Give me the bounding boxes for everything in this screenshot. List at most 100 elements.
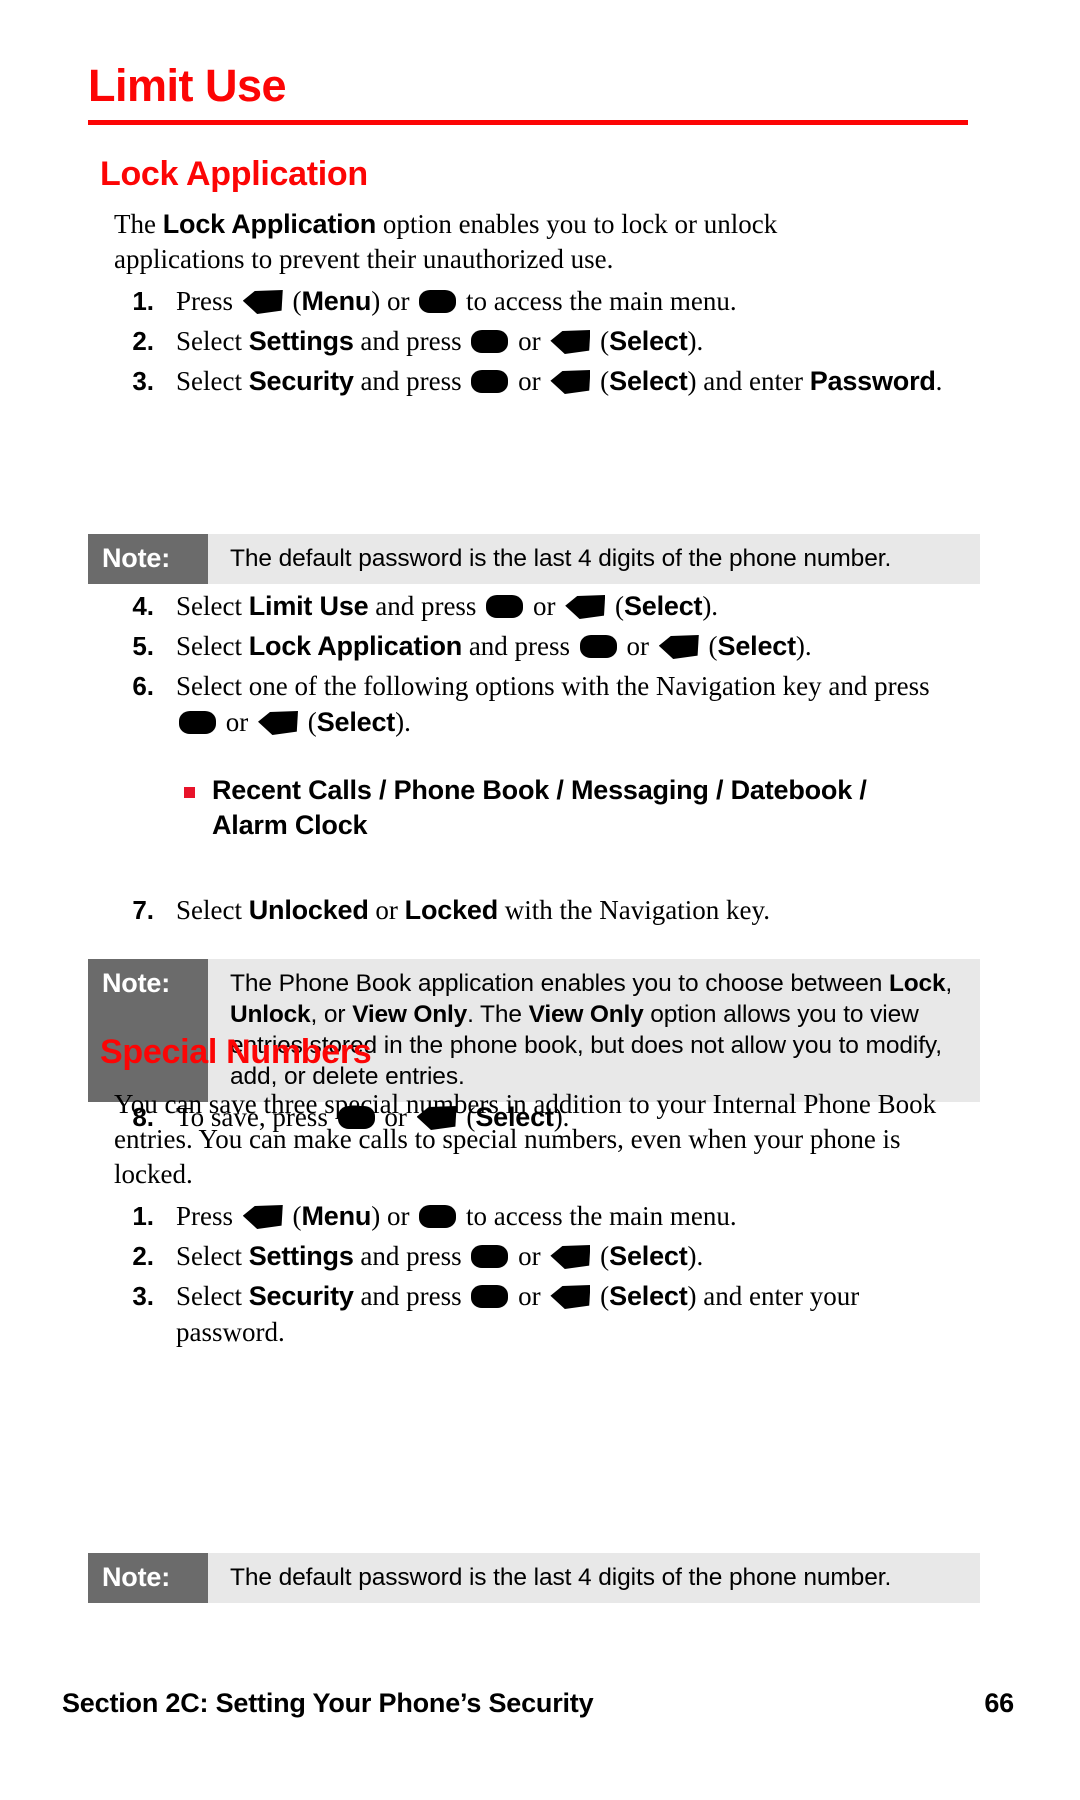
step-text: ).: [687, 1241, 704, 1271]
heading-lock-application: Lock Application: [100, 155, 368, 193]
value-unlocked: Unlocked: [248, 895, 369, 925]
step-text: or: [532, 591, 556, 621]
manual-page: Limit Use Lock Application The Lock Appl…: [0, 0, 1080, 1800]
step-number: 4.: [132, 591, 154, 621]
step-text: .: [935, 366, 943, 396]
note-box-default-password-2: Note: The default password is the last 4…: [88, 1553, 980, 1603]
step-text: and press: [375, 591, 477, 621]
lock-application-step-7: 7. Select Unlocked or Locked with the Na…: [114, 892, 954, 932]
note-label: Note:: [88, 534, 208, 584]
heading-special-numbers: Special Numbers: [100, 1033, 372, 1071]
step-text: Press: [176, 286, 234, 316]
intro-text-a: The: [114, 209, 163, 239]
step-item: 7. Select Unlocked or Locked with the Na…: [114, 892, 954, 928]
step-text: (: [600, 1241, 610, 1271]
step-text: ) and enter: [687, 366, 803, 396]
key-label-select: Select: [623, 591, 703, 621]
key-label-select: Select: [609, 1241, 688, 1271]
step-item: 3. Select Security and press or (Select)…: [114, 363, 944, 399]
note-term-unlock: Unlock: [230, 1001, 311, 1028]
page-footer: Section 2C: Setting Your Phone’s Securit…: [62, 1688, 1014, 1719]
special-numbers-intro: You can save three special numbers in ad…: [114, 1089, 937, 1189]
special-numbers-steps: 1. Press (Menu) or to access the main me…: [114, 1198, 974, 1354]
softkey-icon: [550, 330, 591, 354]
step-text: or: [518, 1281, 541, 1311]
step-text: (: [708, 631, 718, 661]
key-label-menu: Menu: [301, 286, 372, 316]
key-label-select: Select: [717, 631, 797, 661]
note-box-phone-book: Note: The Phone Book application enables…: [88, 959, 980, 1102]
menu-term-settings: Settings: [248, 1241, 354, 1271]
note-term-lock: Lock: [889, 970, 946, 997]
softkey-icon: [258, 711, 298, 735]
step-text: (: [600, 326, 610, 356]
ok-key-icon: [471, 1245, 509, 1268]
step-number: 3.: [132, 366, 154, 396]
step-text: or: [375, 895, 398, 925]
note-text-p1: The Phone Book application enables you t…: [230, 970, 889, 997]
ok-key-icon: [579, 635, 617, 658]
ok-key-icon: [179, 711, 216, 734]
ok-key-icon: [471, 1285, 509, 1308]
menu-term-password: Password: [809, 366, 936, 396]
step-text: or: [518, 1241, 541, 1271]
step-text: Select: [176, 366, 242, 396]
note-term-view-only-2: View Only: [528, 1001, 644, 1028]
step-text: (: [307, 707, 317, 737]
step-text: and press: [360, 366, 462, 396]
ok-key-icon: [419, 290, 457, 313]
step-text: or: [626, 631, 650, 661]
step-item: 4. Select Limit Use and press or (Select…: [114, 588, 954, 624]
step-text: Select: [176, 1241, 242, 1271]
note-box-default-password: Note: The default password is the last 4…: [88, 534, 980, 584]
softkey-icon: [550, 1245, 591, 1269]
step-item: 1. Press (Menu) or to access the main me…: [114, 1198, 974, 1234]
options-line-2: Alarm Clock: [212, 810, 368, 840]
step-text: (: [292, 286, 302, 316]
note-text: The default password is the last 4 digit…: [230, 1564, 892, 1591]
step-text: or: [518, 326, 541, 356]
note-label: Note:: [88, 959, 208, 1102]
step-text: ).: [795, 631, 812, 661]
step-item: 5. Select Lock Application and press or …: [114, 628, 954, 664]
step-text: ).: [702, 591, 719, 621]
step-text: or: [225, 707, 249, 737]
value-locked: Locked: [404, 895, 499, 925]
footer-section-title: Section 2C: Setting Your Phone’s Securit…: [62, 1688, 594, 1718]
step-text: Select: [176, 895, 242, 925]
note-text-p4: . The: [467, 1001, 529, 1028]
step-text: Press: [176, 1201, 234, 1231]
key-label-select: Select: [609, 1281, 688, 1311]
key-label-select: Select: [316, 707, 396, 737]
key-label-select: Select: [609, 366, 688, 396]
step-text: ).: [687, 326, 704, 356]
step-text: and press: [360, 1241, 462, 1271]
step-number: 6.: [132, 671, 154, 701]
step-text: (: [600, 1281, 610, 1311]
note-text-p3: , or: [310, 1001, 353, 1028]
step-number: 2.: [132, 1241, 154, 1271]
step-text: Select: [176, 591, 242, 621]
step-number: 3.: [132, 1281, 154, 1311]
square-bullet-icon: [184, 787, 195, 798]
key-label-select: Select: [609, 326, 688, 356]
options-line-1: Recent Calls / Phone Book / Messaging / …: [212, 775, 867, 805]
ok-key-icon: [471, 330, 509, 353]
softkey-icon: [658, 635, 699, 659]
title-divider: [88, 120, 968, 125]
step-text: ) or: [371, 286, 410, 316]
menu-term-lock-application: Lock Application: [248, 631, 463, 661]
step-number: 7.: [132, 895, 154, 925]
note-text: The default password is the last 4 digit…: [230, 545, 892, 572]
step-text: or: [518, 366, 541, 396]
lock-application-options-list: Recent Calls / Phone Book / Messaging / …: [176, 765, 956, 843]
key-label-menu: Menu: [301, 1201, 372, 1231]
list-item: Recent Calls / Phone Book / Messaging / …: [176, 773, 956, 843]
step-text: ) or: [371, 1201, 410, 1231]
lock-application-steps-1-3: 1. Press (Menu) or to access the main me…: [114, 283, 944, 403]
ok-key-icon: [486, 595, 524, 618]
intro-term-lock-application: Lock Application: [162, 209, 377, 239]
step-item: 6. Select one of the following options w…: [114, 668, 954, 740]
softkey-icon: [550, 370, 591, 394]
step-text: with the Navigation key.: [504, 895, 770, 925]
